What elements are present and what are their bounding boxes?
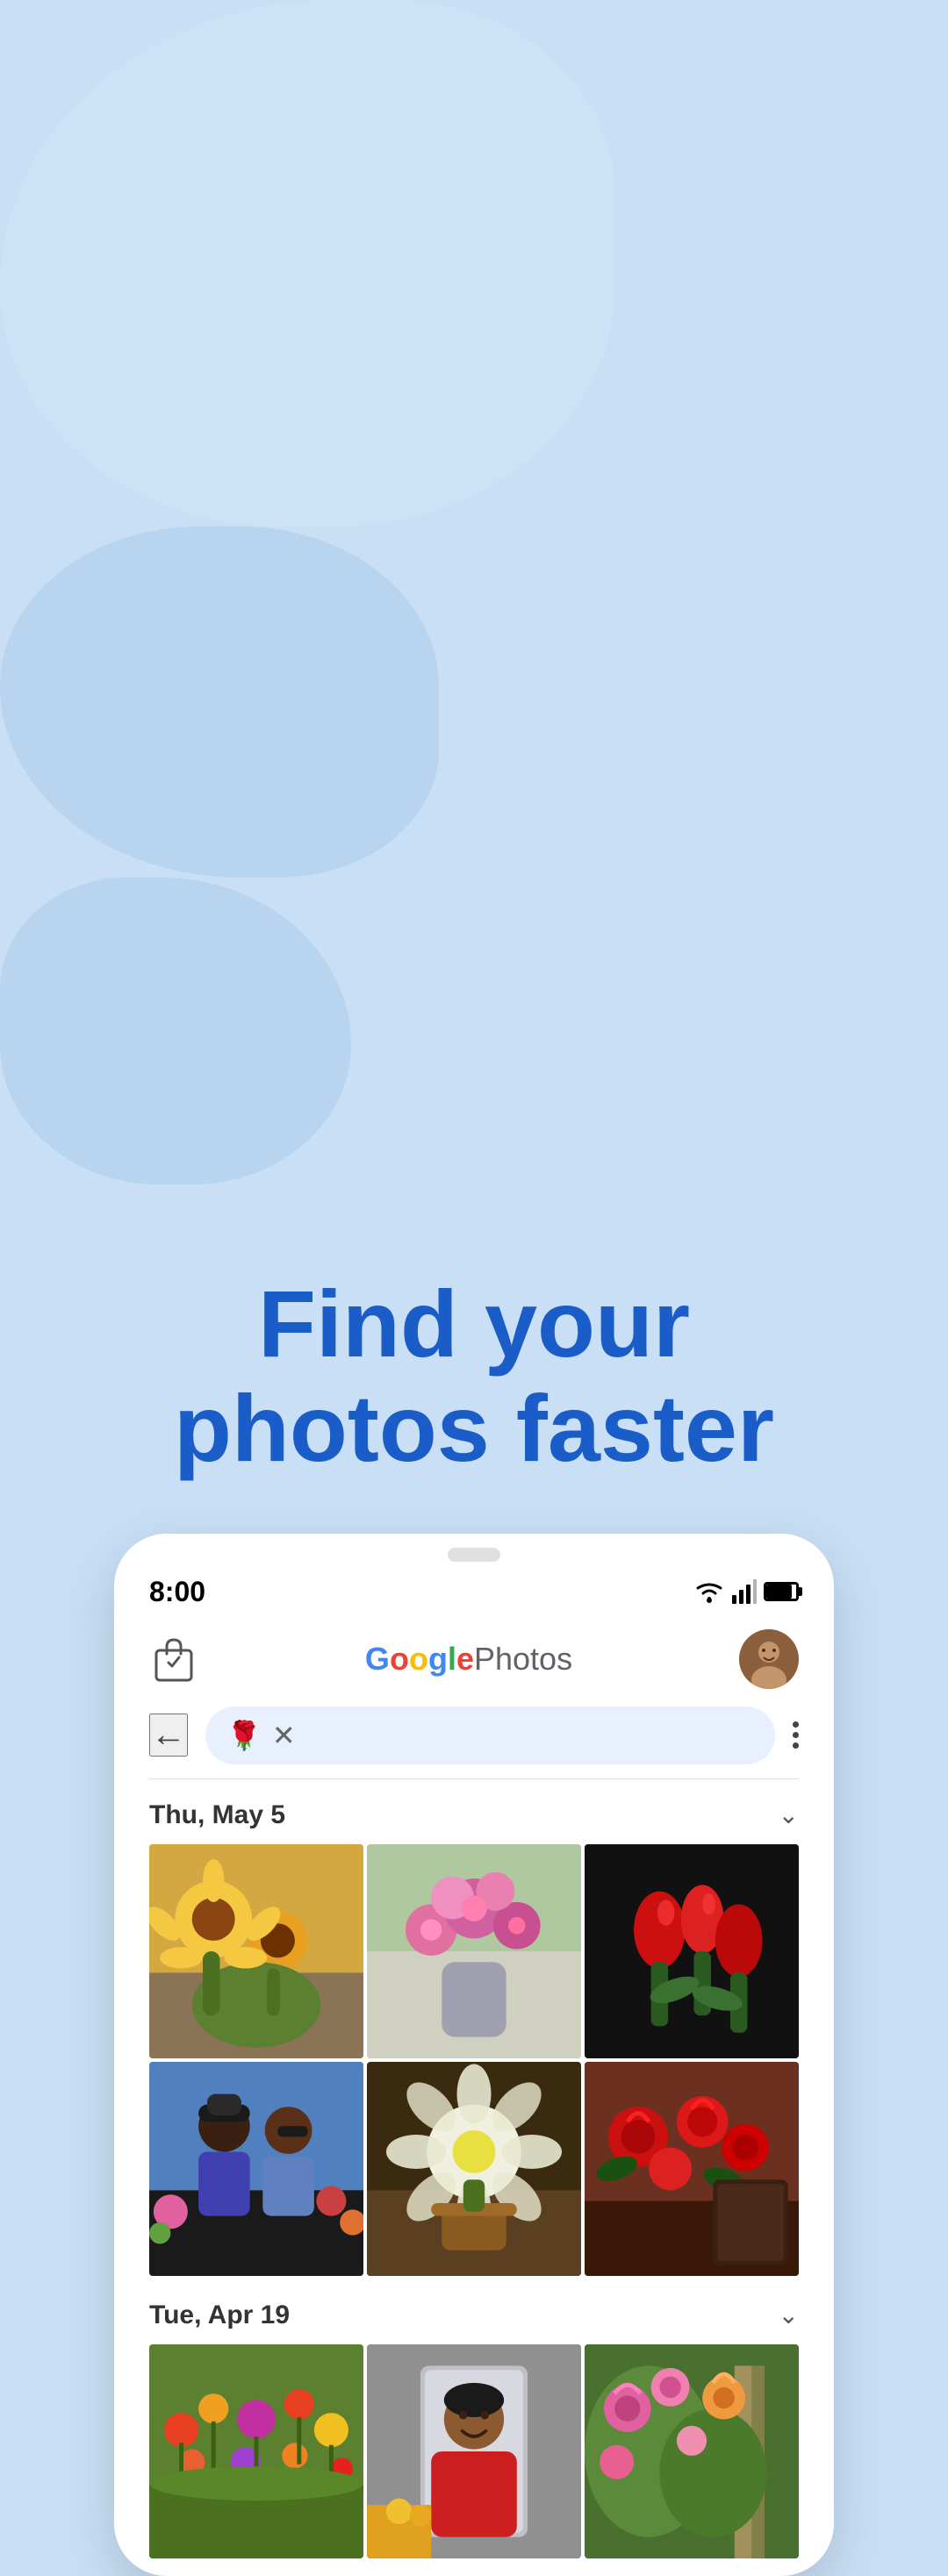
chevron-may5[interactable]: ⌄ (779, 1800, 799, 1829)
date-header-apr19: Tue, Apr 19 ⌄ (114, 2279, 834, 2344)
phone-notch (448, 1548, 500, 1562)
status-bar: 8:00 (114, 1562, 834, 1615)
headline-section: Find your photos faster (0, 1184, 948, 1534)
back-button[interactable]: ← (149, 1714, 188, 1757)
google-photos-logo: Google Photos (365, 1641, 572, 1678)
status-time: 8:00 (149, 1576, 205, 1608)
red-tulips-image (585, 1844, 799, 2058)
photo-red-tulips[interactable] (585, 1844, 799, 2058)
photo-woman-red[interactable] (367, 2344, 581, 2558)
app-header: Google Photos (114, 1615, 834, 1707)
photo-red-roses[interactable] (585, 2062, 799, 2276)
search-chip-container[interactable]: 🌹 ✕ (205, 1707, 775, 1764)
woman-red-image (367, 2344, 581, 2558)
avatar-image (739, 1629, 799, 1689)
shopping-bag-icon[interactable] (149, 1635, 198, 1684)
headline-line2: photos faster (174, 1375, 774, 1481)
photo-white-flower[interactable] (367, 2062, 581, 2276)
photos-label: Photos (474, 1641, 572, 1678)
headline-text: Find your photos faster (0, 1272, 948, 1481)
pink-flowers-image (367, 1844, 581, 2058)
red-roses-image (585, 2062, 799, 2276)
wildflowers-image (149, 2344, 363, 2558)
photo-grid-apr19 (149, 2344, 799, 2558)
photo-pink-flowers[interactable] (367, 1844, 581, 2058)
white-flower-image (367, 2062, 581, 2276)
search-bar-row: ← 🌹 ✕ (114, 1707, 834, 1778)
date-label-may5: Thu, May 5 (149, 1800, 285, 1830)
people-flowers-image (149, 2062, 363, 2276)
more-options-button[interactable] (793, 1721, 799, 1749)
chevron-apr19[interactable]: ⌄ (779, 2301, 799, 2329)
user-avatar[interactable] (739, 1629, 799, 1689)
photo-wildflowers[interactable] (149, 2344, 363, 2558)
battery-icon (764, 1582, 799, 1601)
phone-mockup: 8:00 (114, 1534, 834, 2576)
signal-icon (732, 1579, 757, 1604)
date-header-may5: Thu, May 5 ⌄ (114, 1779, 834, 1844)
chip-close-button[interactable]: ✕ (272, 1719, 296, 1752)
sunflower-image (149, 1844, 363, 2058)
search-chip-emoji: 🌹 (226, 1719, 262, 1752)
garden-roses-image (585, 2344, 799, 2558)
status-icons (693, 1579, 799, 1604)
photo-garden-roses[interactable] (585, 2344, 799, 2558)
photo-sunflowers[interactable] (149, 1844, 363, 2058)
date-label-apr19: Tue, Apr 19 (149, 2301, 290, 2330)
wifi-icon (693, 1579, 725, 1604)
photo-grid-may5 (149, 1844, 799, 2276)
photo-people-flowers[interactable] (149, 2062, 363, 2276)
headline-line1: Find your (258, 1270, 690, 1377)
